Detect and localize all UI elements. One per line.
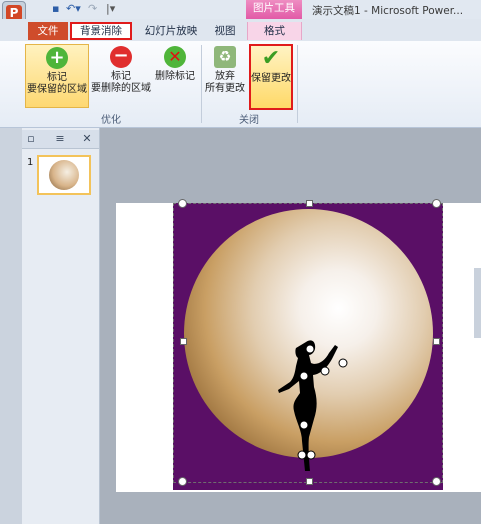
delete-mark-icon: ✕ — [164, 46, 186, 68]
delete-mark-label: 删除标记 — [155, 71, 195, 82]
mark-remove-label-1: 标记 — [111, 71, 131, 82]
left-strip — [0, 128, 22, 524]
group-separator — [297, 45, 298, 123]
mark-remove-label-2: 要删除的区域 — [91, 83, 151, 94]
resize-handle[interactable] — [433, 338, 440, 345]
recycle-bin-icon: ♻ — [214, 46, 236, 68]
keep-changes-button[interactable]: ✔ 保留更改 — [249, 44, 293, 110]
plus-pencil-icon: + — [46, 47, 68, 69]
window-title: 演示文稿1 - Microsoft Power... — [312, 5, 464, 17]
selection-border — [173, 203, 443, 483]
tab-view[interactable]: 视图 — [208, 22, 242, 40]
vertical-scrollbar[interactable] — [474, 268, 481, 338]
discard-label-1: 放弃 — [215, 71, 235, 82]
tab-file[interactable]: 文件 — [28, 22, 68, 40]
resize-handle[interactable] — [178, 477, 187, 486]
mark-keep-label-1: 标记 — [47, 72, 67, 83]
resize-handle[interactable] — [180, 338, 187, 345]
undo-icon[interactable]: ↶▾ — [66, 2, 81, 15]
resize-handle[interactable] — [178, 199, 187, 208]
mark-keep-label-2: 要保留的区域 — [27, 84, 87, 95]
slides-tab-icon[interactable]: ▫ — [24, 131, 38, 147]
discard-label-2: 所有更改 — [205, 83, 245, 94]
close-panel-icon[interactable]: ✕ — [78, 131, 96, 147]
outline-tab-icon[interactable]: ≡ — [50, 131, 70, 147]
tab-background-removal[interactable]: 背景消除 — [70, 22, 132, 40]
thumbnail-image — [49, 160, 79, 190]
group-separator — [201, 45, 202, 123]
slide-number: 1 — [27, 157, 34, 168]
picture-tools-group: 图片工具 — [246, 0, 302, 19]
resize-handle[interactable] — [306, 478, 313, 485]
save-icon[interactable]: ▪ — [52, 2, 59, 15]
discard-changes-button[interactable]: ♻ 放弃 所有更改 — [203, 44, 247, 95]
resize-handle[interactable] — [432, 199, 441, 208]
group-refine-label: 优化 — [101, 115, 121, 126]
checkmark-icon: ✔ — [261, 46, 281, 71]
redo-icon[interactable]: ↷ — [88, 2, 97, 15]
mark-remove-button[interactable]: − 标记 要删除的区域 — [90, 44, 152, 95]
tab-slideshow[interactable]: 幻灯片放映 — [142, 22, 200, 40]
minus-pencil-icon: − — [110, 46, 132, 68]
keep-changes-label: 保留更改 — [251, 73, 291, 84]
customize-qat-icon[interactable]: |▾ — [106, 2, 115, 15]
delete-mark-button[interactable]: ✕ 删除标记 — [153, 44, 197, 83]
resize-handle[interactable] — [432, 477, 441, 486]
group-close-label: 关闭 — [239, 115, 259, 126]
resize-handle[interactable] — [306, 200, 313, 207]
mark-keep-button[interactable]: + 标记 要保留的区域 — [25, 44, 89, 108]
tab-format[interactable]: 格式 — [247, 22, 302, 40]
